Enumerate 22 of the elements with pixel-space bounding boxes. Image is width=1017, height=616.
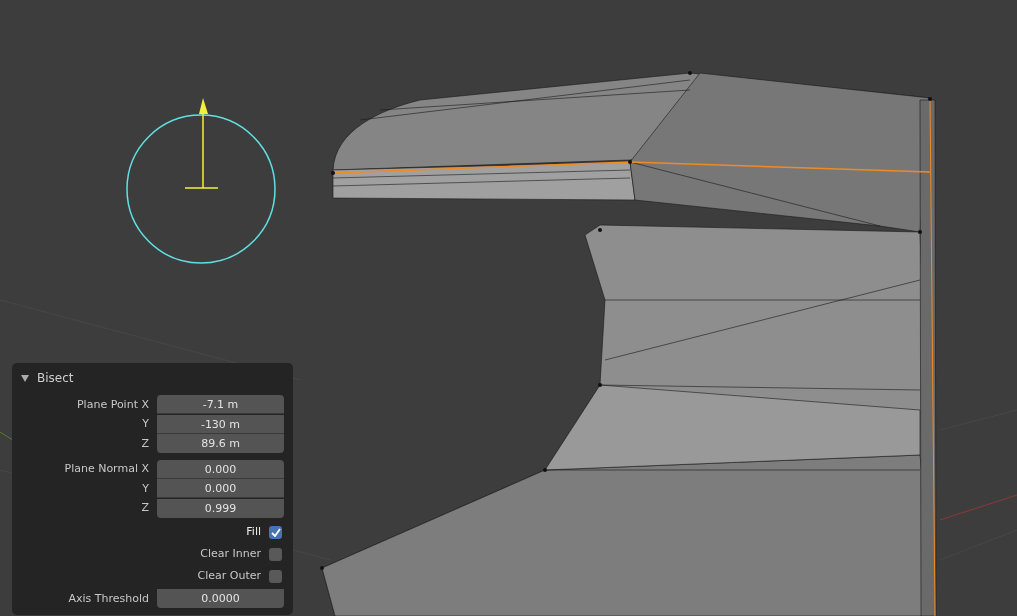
field-label: Y (141, 480, 150, 497)
number-field[interactable]: 0.000 (157, 459, 284, 479)
collapse-triangle-icon[interactable] (21, 374, 29, 382)
checkbox-label: Fill (246, 523, 261, 540)
number-field[interactable]: 89.6 m (157, 434, 284, 454)
checkbox[interactable] (269, 525, 282, 539)
checkbox[interactable] (269, 547, 282, 561)
number-field[interactable]: 0.0000 (157, 589, 284, 609)
field-label: Z (140, 500, 150, 516)
field-label: Plane Normal X (63, 461, 150, 477)
number-field[interactable]: 0.000 (157, 479, 284, 499)
number-field[interactable]: 0.999 (157, 498, 284, 518)
checkbox[interactable] (269, 569, 282, 583)
field-label: Plane Point X (76, 396, 150, 413)
field-label: Y (141, 416, 150, 432)
checkbox-label: Clear Inner (200, 545, 261, 562)
field-label: Z (140, 435, 150, 452)
number-field[interactable]: -130 m (157, 414, 284, 434)
panel-title: Bisect (37, 370, 74, 387)
checkbox-label: Clear Outer (197, 567, 261, 584)
field-label: Axis Threshold (67, 590, 150, 607)
number-field[interactable]: -7.1 m (157, 395, 284, 415)
